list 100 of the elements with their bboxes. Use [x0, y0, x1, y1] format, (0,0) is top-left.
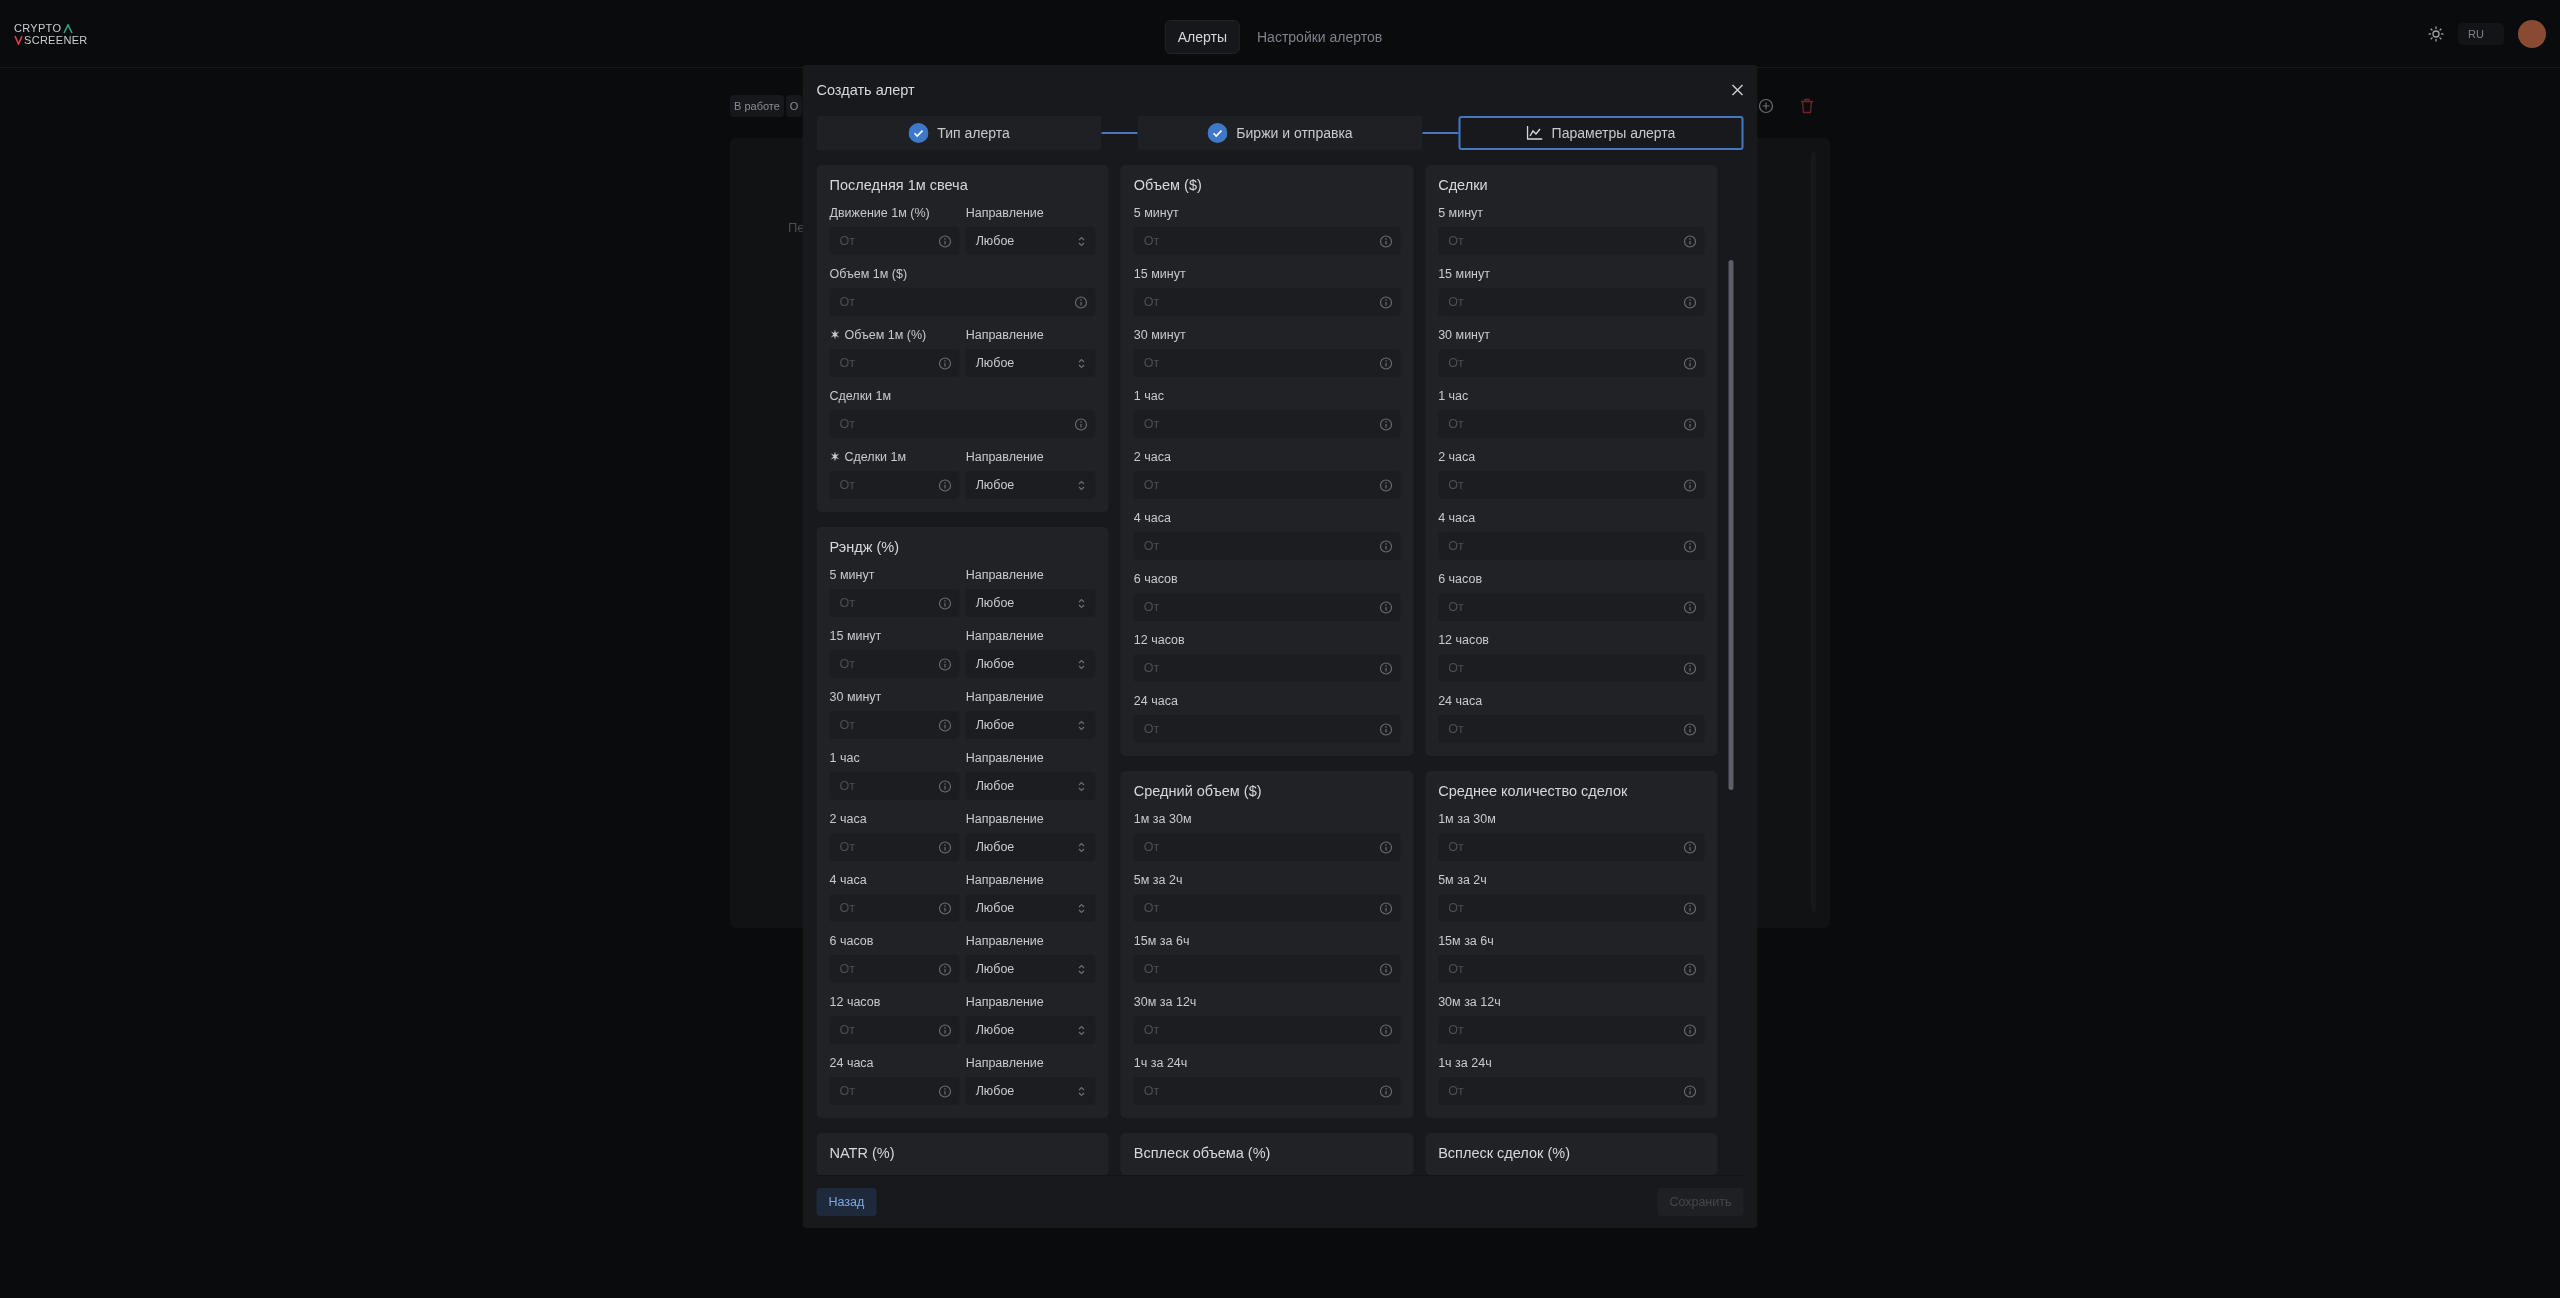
- direction-select[interactable]: Любое: [965, 711, 1096, 739]
- field-label: 12 часов: [1438, 632, 1489, 647]
- direction-select[interactable]: Любое: [965, 650, 1096, 678]
- info-icon: [938, 1084, 952, 1098]
- chevron-updown-icon: [1077, 963, 1086, 975]
- field-label: 5 минут: [829, 567, 875, 582]
- section-title: Сделки: [1438, 177, 1489, 193]
- section-title: Всплеск сделок (%): [1438, 1145, 1571, 1161]
- section-title: Объем ($): [1133, 177, 1203, 193]
- info-icon: [938, 962, 952, 976]
- direction-select[interactable]: Любое: [965, 1077, 1096, 1105]
- field-label: 5м за 2ч: [1133, 872, 1183, 887]
- field-label: 30м за 12ч: [1133, 994, 1197, 1009]
- filter-chip[interactable]: В работе: [730, 95, 784, 117]
- v-mark-icon: [14, 34, 23, 45]
- info-icon: [938, 657, 952, 671]
- info-icon: [1683, 478, 1697, 492]
- trash-icon[interactable]: [1800, 98, 1814, 114]
- section-title: NATR (%): [829, 1145, 896, 1161]
- field-label: Направление: [965, 872, 1044, 887]
- info-icon: [938, 901, 952, 915]
- filter-chip[interactable]: О: [785, 95, 803, 117]
- direction-select[interactable]: Любое: [965, 894, 1096, 922]
- field-label: Направление: [965, 449, 1044, 464]
- info-icon: [938, 779, 952, 793]
- field-label: 2 часа: [1133, 449, 1171, 464]
- field-label: 6 часов: [1438, 571, 1483, 586]
- field-label: Направление: [965, 933, 1044, 948]
- field-label: Движение 1м (%): [829, 205, 930, 220]
- info-icon: [1074, 295, 1088, 309]
- direction-select[interactable]: Любое: [965, 471, 1096, 499]
- language-select[interactable]: RU: [2458, 22, 2504, 45]
- field-label: 4 часа: [829, 872, 867, 887]
- field-label: 2 часа: [1438, 449, 1476, 464]
- direction-select[interactable]: Любое: [965, 772, 1096, 800]
- field-label: 6 часов: [1133, 571, 1178, 586]
- chevron-updown-icon: [1077, 902, 1086, 914]
- field-label: 15м за 6ч: [1438, 933, 1494, 948]
- info-icon: [1379, 234, 1393, 248]
- close-icon[interactable]: [1731, 84, 1744, 96]
- chevron-updown-icon: [1077, 1024, 1086, 1036]
- background-text: Пе: [788, 220, 805, 235]
- field-label: 1ч за 24ч: [1133, 1055, 1188, 1070]
- field-label: 4 часа: [1133, 510, 1171, 525]
- step-tab[interactable]: Биржи и отправка: [1137, 116, 1423, 150]
- check-circle-icon: [908, 123, 929, 143]
- chevron-updown-icon: [1077, 658, 1086, 670]
- info-icon: [1683, 661, 1697, 675]
- modal-title: Создать алерт: [816, 82, 915, 98]
- section-title: Рэндж (%): [829, 539, 900, 555]
- info-icon: [1683, 539, 1697, 553]
- chevron-updown-icon: [1077, 597, 1086, 609]
- field-label: 1ч за 24ч: [1438, 1055, 1492, 1070]
- info-icon: [938, 718, 952, 732]
- sun-icon[interactable]: [2428, 25, 2445, 42]
- info-icon: [1683, 962, 1697, 976]
- info-icon: [1379, 356, 1393, 370]
- chevron-updown-icon: [1077, 780, 1086, 792]
- field-label: Сделки 1м: [829, 388, 892, 403]
- field-label: Объем 1м (%): [844, 327, 927, 342]
- field-label: Объем 1м ($): [829, 266, 908, 281]
- field-label: 5 минут: [1438, 205, 1484, 220]
- direction-select[interactable]: Любое: [965, 1016, 1096, 1044]
- field-label: 1 час: [829, 750, 860, 765]
- direction-select[interactable]: Любое: [965, 227, 1096, 255]
- nav-tab[interactable]: Алерты: [1164, 20, 1240, 54]
- info-icon: [1683, 417, 1697, 431]
- field-label: 1 час: [1133, 388, 1164, 403]
- nav-tab[interactable]: Настройки алертов: [1244, 20, 1396, 54]
- chevron-updown-icon: [1077, 719, 1086, 731]
- peak-icon: [63, 23, 74, 34]
- avatar[interactable]: [2518, 19, 2546, 48]
- field-label: 24 часа: [1438, 693, 1483, 708]
- check-circle-icon: [1207, 123, 1228, 143]
- field-label: 15 минут: [829, 628, 882, 643]
- info-icon: [1683, 1084, 1697, 1098]
- step-tab[interactable]: Параметры алерта: [1458, 116, 1744, 150]
- info-icon: [1683, 295, 1697, 309]
- info-icon: [1379, 478, 1393, 492]
- field-label: 15 минут: [1438, 266, 1490, 281]
- field-label: Направление: [965, 750, 1044, 765]
- field-label: 12 часов: [829, 994, 881, 1009]
- scrollbar-thumb[interactable]: [1728, 260, 1734, 790]
- info-icon: [1683, 234, 1697, 248]
- chevron-updown-icon: [1077, 235, 1086, 247]
- step-tab[interactable]: Тип алерта: [816, 116, 1102, 150]
- add-icon[interactable]: [1758, 98, 1774, 114]
- direction-select[interactable]: Любое: [965, 833, 1096, 861]
- field-label: 30 минут: [1438, 327, 1490, 342]
- field-label: Направление: [965, 994, 1044, 1009]
- direction-select[interactable]: Любое: [965, 349, 1096, 377]
- back-button[interactable]: Назад: [816, 1188, 877, 1216]
- info-icon: [1379, 417, 1393, 431]
- chevron-updown-icon: [1077, 841, 1086, 853]
- logo-text: CRYPTO: [14, 21, 62, 34]
- direction-select[interactable]: Любое: [965, 955, 1096, 983]
- direction-select[interactable]: Любое: [965, 589, 1096, 617]
- info-icon: [938, 234, 952, 248]
- info-icon: [1379, 901, 1393, 915]
- field-label: 15м за 6ч: [1133, 933, 1190, 948]
